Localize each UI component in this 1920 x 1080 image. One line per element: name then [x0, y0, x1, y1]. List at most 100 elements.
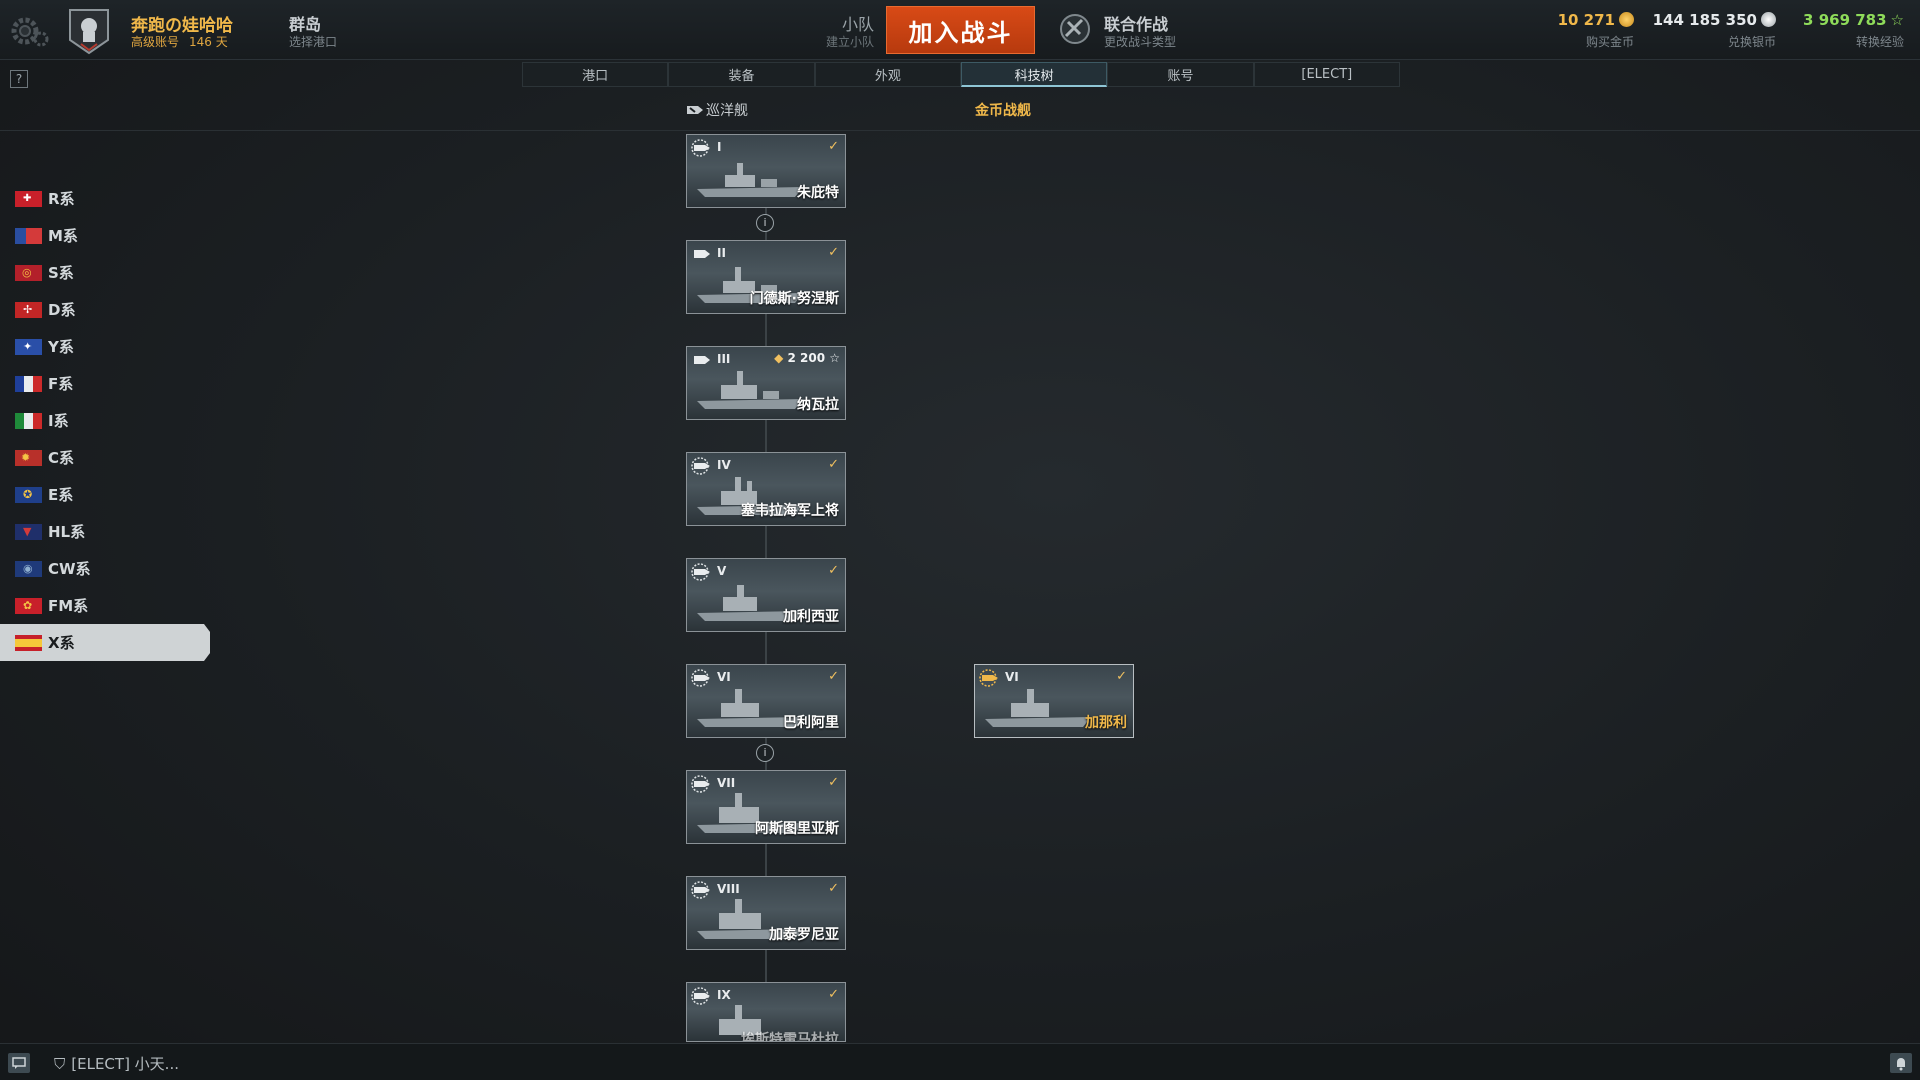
researched-check-icon: ✓	[828, 245, 839, 260]
nation-label: M系	[48, 227, 78, 245]
researched-check-icon: ✓	[1116, 669, 1127, 684]
help-button[interactable]: ?	[10, 70, 28, 88]
gold-balance[interactable]: 10 271	[1530, 11, 1634, 29]
free-xp-amount: 3 969 783	[1803, 11, 1887, 29]
flag-icon: ◉	[15, 560, 42, 577]
nation-list: ✚ R系 M系 ◎ S系 ✢ D系 ✦ Y系 F系 I系 ✹ C系 ✪ E系 ▼ HL系 ◉ C…	[0, 180, 220, 661]
nation-label: HL系	[48, 523, 86, 541]
clan-chat-link[interactable]: ⛉ [ELECT] 小天...	[54, 1053, 179, 1074]
nation-item-cw[interactable]: ◉ CW系	[0, 550, 220, 587]
chat-icon[interactable]	[8, 1053, 30, 1073]
convert-xp-link[interactable]: 转换经验	[1786, 33, 1904, 50]
exchange-credits-link[interactable]: 兑换银币	[1640, 33, 1776, 50]
flag-icon	[15, 375, 42, 392]
ship-name: 门德斯·努涅斯	[749, 291, 839, 307]
ship-name: 埃斯特雷马杜拉	[741, 1032, 839, 1042]
account-status: 高级账号 146 天	[131, 33, 228, 50]
notification-bell-icon[interactable]	[1890, 1053, 1912, 1073]
ship-silhouette-icon	[697, 371, 803, 409]
nation-item-d[interactable]: ✢ D系	[0, 291, 220, 328]
nation-label: C系	[48, 449, 75, 467]
tab-profile[interactable]: 账号	[1107, 62, 1254, 87]
nation-label: E系	[48, 486, 74, 504]
credits-amount: 144 185 350	[1652, 11, 1757, 29]
flag-icon	[15, 412, 42, 429]
flag-icon	[15, 634, 42, 651]
ship-card-tier-9[interactable]: IX ✓ 埃斯特雷马杜拉	[686, 982, 846, 1042]
flag-icon: ✚	[15, 190, 42, 207]
nation-item-y[interactable]: ✦ Y系	[0, 328, 220, 365]
ship-card-tier-3[interactable]: III ◆ 2 200 ☆ 纳瓦拉	[686, 346, 846, 420]
premium-days: 146 天	[189, 35, 228, 49]
nation-item-x[interactable]: X系	[0, 624, 210, 661]
free-xp-balance[interactable]: 3 969 783 ☆	[1786, 11, 1904, 29]
flag-icon: ◎	[15, 264, 42, 281]
battle-type-title[interactable]: 联合作战	[1104, 11, 1168, 35]
ship-card-tier-4[interactable]: IV ✓ 塞韦拉海军上将	[686, 452, 846, 526]
credits-balance[interactable]: 144 185 350	[1640, 11, 1776, 29]
nation-item-m[interactable]: M系	[0, 217, 220, 254]
researched-check-icon: ✓	[828, 987, 839, 1002]
info-icon[interactable]: i	[756, 744, 774, 762]
ship-card-tier-1[interactable]: I ✓ 朱庇特	[686, 134, 846, 208]
free-xp-star-icon: ☆	[1890, 11, 1904, 29]
nation-item-hl[interactable]: ▼ HL系	[0, 513, 220, 550]
cruiser-column-header: 巡洋舰	[686, 100, 748, 120]
ship-name: 纳瓦拉	[797, 397, 839, 413]
ship-card-tier-8[interactable]: VIII ✓ 加泰罗尼亚	[686, 876, 846, 950]
ship-card-tier-5[interactable]: V ✓ 加利西亚	[686, 558, 846, 632]
gold-coin-icon	[1619, 12, 1634, 27]
tab-exterior[interactable]: 外观	[814, 62, 961, 87]
researched-check-icon: ✓	[828, 669, 839, 684]
ship-card-tier-2[interactable]: II ✓ 门德斯·努涅斯	[686, 240, 846, 314]
nation-label: F系	[48, 375, 74, 393]
settings-gear-icon[interactable]	[10, 12, 50, 48]
rank-emblem-icon[interactable]	[66, 6, 112, 56]
port-selector[interactable]: 群岛	[289, 11, 321, 35]
nation-item-s[interactable]: ◎ S系	[0, 254, 220, 291]
researched-check-icon: ✓	[828, 881, 839, 896]
top-bar: 奔跑の娃哈哈 高级账号 146 天 群岛 选择港口 小队 建立小队 加入战斗 联合…	[0, 0, 1920, 60]
account-type: 高级账号	[131, 35, 180, 49]
researched-check-icon: ✓	[828, 457, 839, 472]
cruiser-column-label: 巡洋舰	[706, 103, 748, 119]
flag-icon: ✪	[15, 486, 42, 503]
gold-amount: 10 271	[1557, 11, 1615, 29]
ship-name: 朱庇特	[797, 185, 839, 201]
silver-coin-icon	[1761, 12, 1776, 27]
ship-name: 塞韦拉海军上将	[741, 503, 839, 519]
researched-check-icon: ✓	[828, 563, 839, 578]
tab-clan[interactable]: [ELECT]	[1253, 62, 1400, 87]
flag-icon	[15, 227, 42, 244]
join-battle-button[interactable]: 加入战斗	[886, 6, 1035, 54]
nation-item-fm[interactable]: ✿ FM系	[0, 587, 220, 624]
nation-item-c[interactable]: ✹ C系	[0, 439, 220, 476]
ship-name: 加利西亚	[783, 609, 839, 625]
cruiser-class-icon	[687, 106, 703, 114]
clan-chat-label: [ELECT] 小天...	[71, 1055, 179, 1073]
researched-check-icon: ✓	[828, 139, 839, 154]
ship-name: 加泰罗尼亚	[769, 927, 839, 943]
squad-hint: 建立小队	[825, 35, 874, 49]
ship-card-tier-6[interactable]: VI ✓ 巴利阿里	[686, 664, 846, 738]
header-divider	[0, 130, 1920, 131]
ship-card-tier-7[interactable]: VII ✓ 阿斯图里亚斯	[686, 770, 846, 844]
nation-item-e[interactable]: ✪ E系	[0, 476, 220, 513]
tab-armory[interactable]: 装备	[668, 62, 815, 87]
tab-tech-tree[interactable]: 科技树	[960, 62, 1108, 87]
nation-label: Y系	[48, 338, 74, 356]
ship-name: 阿斯图里亚斯	[755, 821, 839, 837]
tab-port[interactable]: 港口	[522, 62, 669, 87]
ship-silhouette-icon	[985, 689, 1091, 727]
nation-label: CW系	[48, 560, 91, 578]
nation-item-f[interactable]: F系	[0, 365, 220, 402]
nation-label: FM系	[48, 597, 89, 615]
battle-type-icon[interactable]	[1058, 12, 1092, 46]
nation-item-r[interactable]: ✚ R系	[0, 180, 220, 217]
nation-item-i[interactable]: I系	[0, 402, 220, 439]
squad-button[interactable]: 小队	[794, 11, 874, 35]
buy-gold-link[interactable]: 购买金币	[1530, 33, 1634, 50]
premium-ship-card-tier-6[interactable]: VI ✓ 加那利	[974, 664, 1134, 738]
nation-label: X系	[48, 634, 75, 652]
info-icon[interactable]: i	[756, 214, 774, 232]
